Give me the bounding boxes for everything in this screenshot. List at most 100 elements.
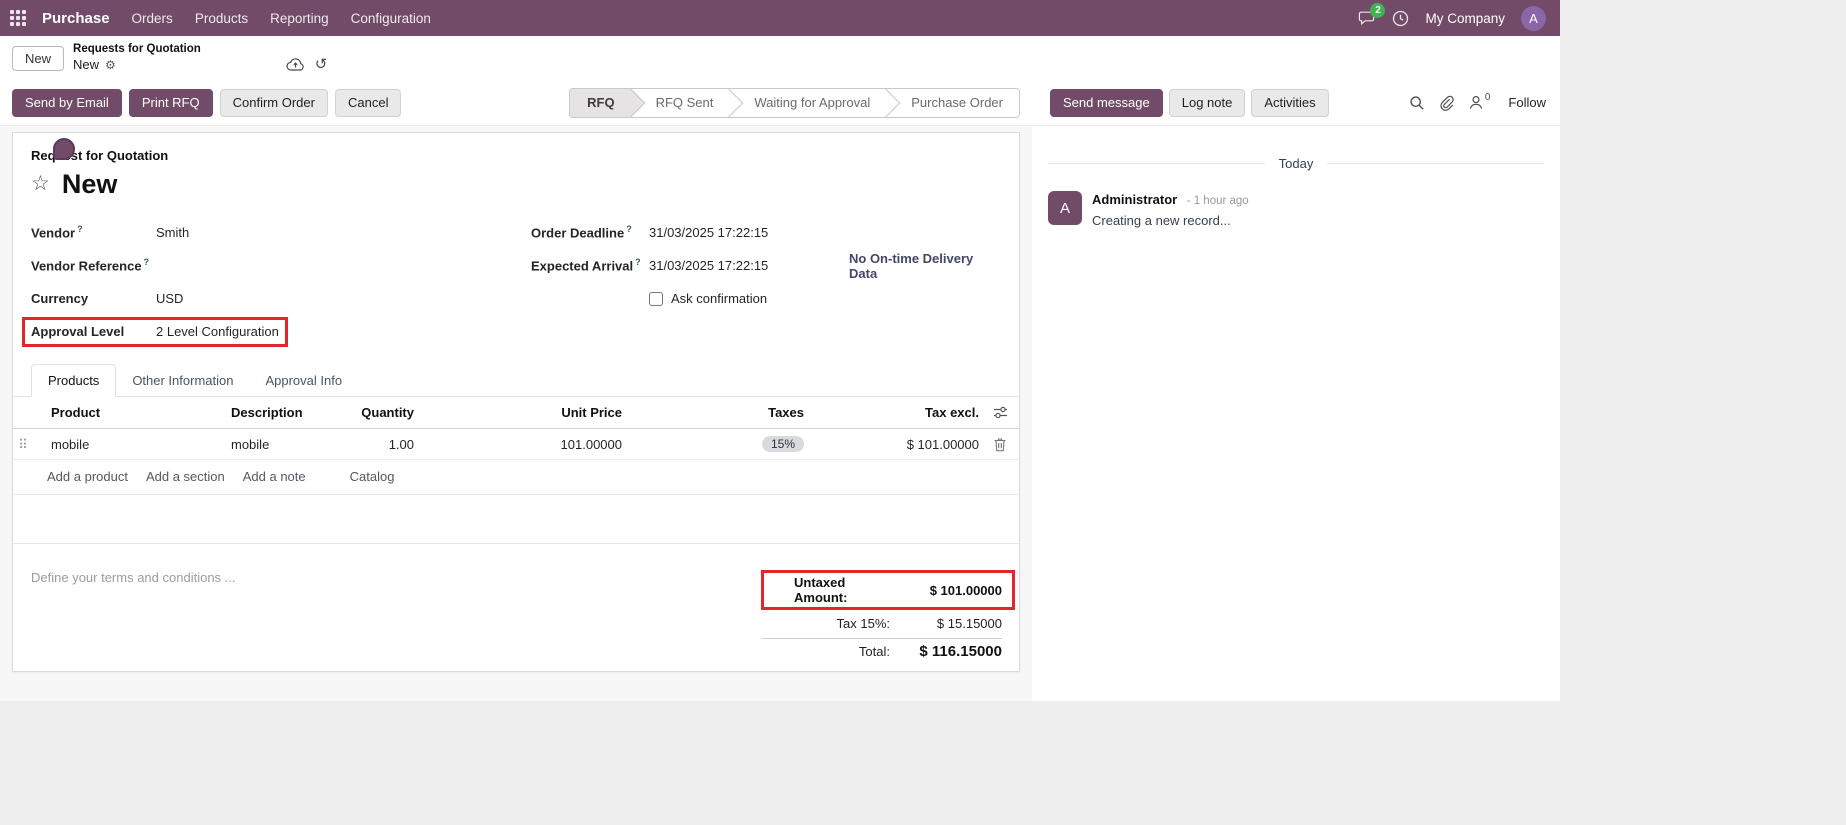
menu-orders[interactable]: Orders xyxy=(132,11,173,26)
paperclip-icon xyxy=(1440,95,1454,111)
action-buttons: Send by Email Print RFQ Confirm Order Ca… xyxy=(12,88,402,117)
cell-quantity[interactable]: 1.00 xyxy=(349,428,424,460)
col-header-unit-price: Unit Price xyxy=(424,397,632,429)
log-note-button[interactable]: Log note xyxy=(1168,88,1246,117)
help-icon: ? xyxy=(635,257,641,268)
tab-other-information[interactable]: Other Information xyxy=(116,365,249,396)
record-save-controls: ↺ xyxy=(286,57,328,72)
approval-level-value[interactable]: 2 Level Configuration xyxy=(156,324,279,339)
help-icon: ? xyxy=(626,224,632,235)
activities-button[interactable] xyxy=(1392,10,1409,27)
message-count-badge: 2 xyxy=(1370,3,1386,18)
annotation-approval-level-highlight: Approval Level 2 Level Configuration xyxy=(22,316,288,347)
record-title[interactable]: New xyxy=(62,169,118,200)
send-message-button[interactable]: Send message xyxy=(1050,88,1163,117)
breadcrumb-parent-link[interactable]: Requests for Quotation xyxy=(73,43,201,57)
tab-approval-info[interactable]: Approval Info xyxy=(249,365,358,396)
vendor-value[interactable]: Smith xyxy=(156,225,189,240)
vendor-reference-label: Vendor Reference? xyxy=(31,257,150,274)
cell-description[interactable]: mobile xyxy=(221,428,349,460)
table-header-row: Product Description Quantity Unit Price … xyxy=(13,397,1019,429)
tax-total-row: Tax 15%: $ 15.15000 xyxy=(761,613,1002,634)
apps-menu-icon[interactable] xyxy=(10,10,26,26)
terms-placeholder[interactable]: Define your terms and conditions ... xyxy=(31,570,236,585)
print-rfq-button[interactable]: Print RFQ xyxy=(128,88,213,117)
attachments-button[interactable] xyxy=(1439,95,1454,111)
tab-products[interactable]: Products xyxy=(31,364,117,397)
currency-value[interactable]: USD xyxy=(156,291,183,306)
app-name[interactable]: Purchase xyxy=(42,10,110,27)
order-deadline-label: Order Deadline? xyxy=(531,224,632,241)
ask-confirmation-label[interactable]: Ask confirmation xyxy=(671,291,767,306)
avatar-balloon-icon xyxy=(53,138,75,160)
order-line-row: ⠿ mobile mobile 1.00 101.00000 15% $ 101… xyxy=(13,428,1019,460)
sliders-icon xyxy=(993,406,1007,419)
field-ask-confirmation: Ask confirmation xyxy=(649,282,1001,315)
col-header-product: Product xyxy=(41,397,221,429)
untaxed-amount-label: Untaxed Amount: xyxy=(794,575,848,605)
follow-button[interactable]: Follow xyxy=(1508,95,1546,110)
add-product-link[interactable]: Add a product xyxy=(47,469,128,484)
cell-tax-excl: $ 101.00000 xyxy=(814,428,989,460)
col-header-taxes: Taxes xyxy=(632,397,814,429)
form-sheet: Request for Quotation ☆ New Vendor? Smit… xyxy=(12,132,1020,672)
expected-arrival-value[interactable]: 31/03/2025 17:22:15 xyxy=(649,258,849,273)
company-switcher[interactable]: My Company xyxy=(1425,11,1505,26)
field-order-deadline: Order Deadline? 31/03/2025 17:22:15 xyxy=(531,216,1001,249)
sheet-footer: Define your terms and conditions ... Unt… xyxy=(13,544,1019,660)
menu-configuration[interactable]: Configuration xyxy=(351,11,431,26)
discard-icon[interactable]: ↺ xyxy=(315,57,328,72)
ask-confirmation-checkbox[interactable] xyxy=(649,291,663,306)
activities-schedule-button[interactable]: Activities xyxy=(1251,88,1329,117)
col-header-description: Description xyxy=(221,397,349,429)
breadcrumb-row: New Requests for Quotation New ⚙ ↺ xyxy=(0,36,1560,80)
breadcrumb-current: New xyxy=(73,57,100,73)
statusbar: RFQ RFQ Sent Waiting for Approval Purcha… xyxy=(569,87,1020,118)
cloud-save-icon[interactable] xyxy=(286,57,305,72)
cell-unit-price[interactable]: 101.00000 xyxy=(424,428,632,460)
statusbar-step-waiting-approval[interactable]: Waiting for Approval xyxy=(729,88,887,117)
search-messages-button[interactable] xyxy=(1409,95,1425,111)
clock-icon xyxy=(1393,10,1409,26)
field-approval-level: Approval Level 2 Level Configuration xyxy=(22,315,531,348)
search-icon xyxy=(1410,95,1424,110)
user-avatar[interactable]: A xyxy=(1521,5,1546,31)
new-button[interactable]: New xyxy=(12,45,65,71)
optional-columns-button[interactable] xyxy=(989,397,1019,429)
cancel-button[interactable]: Cancel xyxy=(334,88,402,117)
field-vendor-reference: Vendor Reference? xyxy=(31,249,531,282)
favorite-star-icon[interactable]: ☆ xyxy=(31,173,50,194)
messages-button[interactable]: 2 xyxy=(1358,3,1386,26)
menu-reporting[interactable]: Reporting xyxy=(270,11,329,26)
chatter-topbar: Send message Log note Activities 0 Follo… xyxy=(1032,88,1560,117)
add-section-link[interactable]: Add a section xyxy=(146,469,225,484)
menu-products[interactable]: Products xyxy=(195,11,248,26)
order-deadline-value[interactable]: 31/03/2025 17:22:15 xyxy=(649,225,849,240)
tax-badge[interactable]: 15% xyxy=(761,436,804,452)
help-icon: ? xyxy=(77,224,83,235)
statusbar-step-rfq[interactable]: RFQ xyxy=(570,88,631,117)
message-timestamp: - 1 hour ago xyxy=(1186,195,1249,207)
cell-taxes: 15% xyxy=(632,428,814,460)
gear-icon[interactable]: ⚙ xyxy=(105,58,116,72)
followers-button[interactable]: 0 xyxy=(1468,92,1491,110)
doc-type-label: Request for Quotation xyxy=(31,148,169,163)
chatter-panel: Today A Administrator - 1 hour ago Creat… xyxy=(1032,126,1560,701)
tax-value: $ 15.15000 xyxy=(936,616,1002,631)
date-divider: Today xyxy=(1048,156,1544,171)
cell-product[interactable]: mobile xyxy=(41,428,221,460)
catalog-link[interactable]: Catalog xyxy=(350,469,395,484)
untaxed-amount-value: $ 101.00000 xyxy=(929,582,1002,598)
top-navbar: Purchase Orders Products Reporting Confi… xyxy=(0,0,1560,36)
currency-label: Currency xyxy=(31,291,89,306)
row-drag-handle[interactable]: ⠿ xyxy=(13,428,41,460)
ontime-delivery-link[interactable]: No On-time Delivery Data xyxy=(849,251,1001,281)
confirm-order-button[interactable]: Confirm Order xyxy=(219,88,328,117)
delete-row-button[interactable] xyxy=(989,428,1019,460)
follower-count: 0 xyxy=(1484,92,1491,103)
total-label: Total: xyxy=(858,644,890,659)
add-note-link[interactable]: Add a note xyxy=(243,469,306,484)
send-by-email-button[interactable]: Send by Email xyxy=(12,88,122,117)
statusbar-step-purchase-order[interactable]: Purchase Order xyxy=(886,88,1019,117)
trash-icon xyxy=(994,437,1006,451)
